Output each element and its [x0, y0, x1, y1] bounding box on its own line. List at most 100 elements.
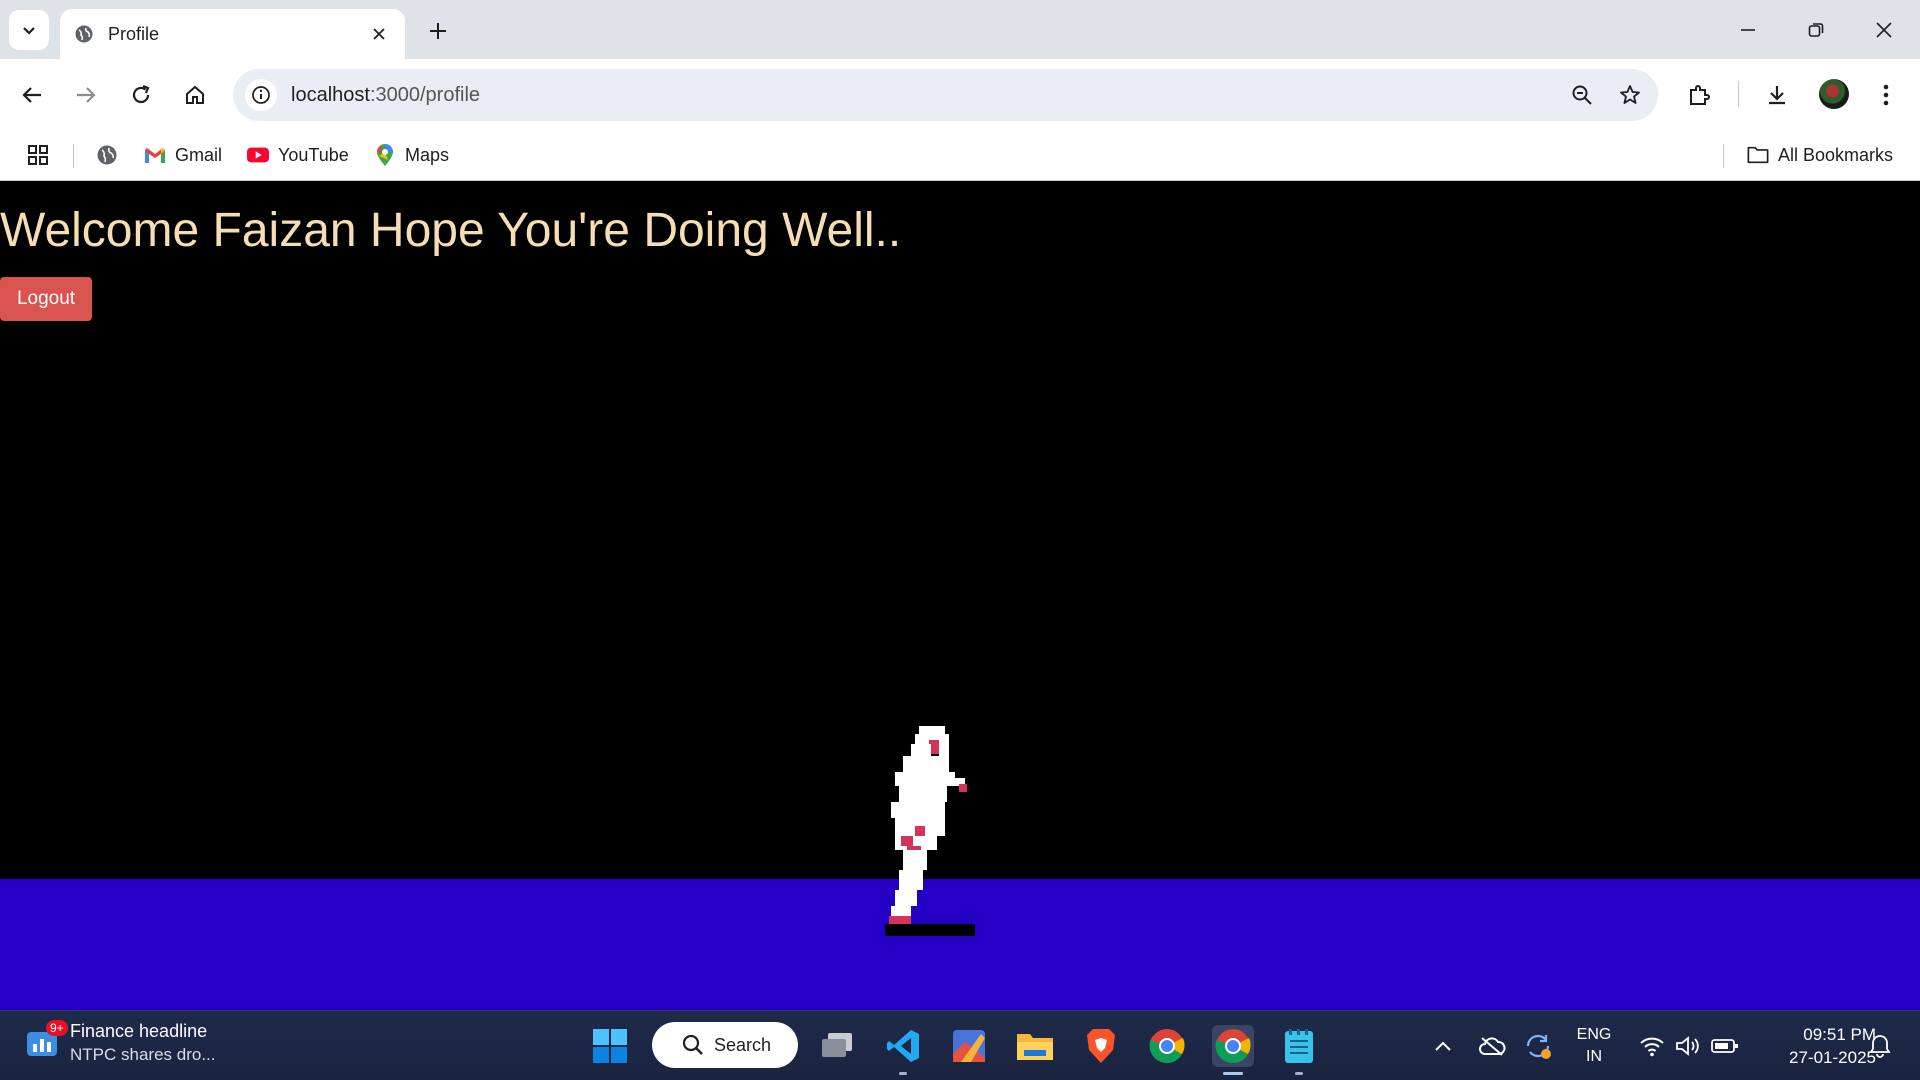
tab-title: Profile [108, 23, 160, 44]
start-button[interactable] [589, 1025, 631, 1067]
star-icon [1620, 85, 1640, 104]
clock-date: 27-01-2025 [1789, 1048, 1876, 1067]
chevron-up-icon [1435, 1041, 1451, 1051]
chrome-icon [1215, 1029, 1251, 1064]
task-view-icon [822, 1033, 852, 1057]
minimize-icon [1741, 29, 1755, 31]
search-label: Search [714, 1034, 772, 1055]
new-tab-button[interactable] [423, 16, 453, 46]
youtube-icon [247, 144, 269, 166]
reload-button[interactable] [121, 75, 161, 115]
wifi-icon [1640, 1037, 1664, 1057]
windows-logo-icon [593, 1029, 627, 1063]
search-icon [682, 1034, 703, 1055]
sync-icon [1526, 1034, 1551, 1059]
maps-pin-icon [374, 144, 396, 166]
taskbar-app-brave[interactable] [1080, 1025, 1122, 1067]
bookmark-gmail[interactable]: Gmail [144, 142, 222, 168]
news-subtitle: NTPC shares dro... [70, 1045, 216, 1064]
browser-toolbar: localhost:3000/profile [0, 59, 1920, 130]
taskbar-app-vscode[interactable] [882, 1025, 924, 1075]
restore-button[interactable] [1788, 10, 1844, 50]
address-bar[interactable]: localhost:3000/profile [233, 69, 1658, 121]
back-button[interactable] [12, 75, 52, 115]
logout-button[interactable]: Logout [0, 277, 92, 321]
toolbar-divider [1738, 81, 1739, 107]
vscode-icon [887, 1030, 919, 1062]
url-path: :3000/profile [369, 83, 481, 106]
all-bookmarks-button[interactable]: All Bookmarks [1747, 142, 1893, 168]
taskbar-app-chrome-active[interactable] [1212, 1025, 1254, 1075]
home-icon [186, 85, 204, 104]
extensions-button[interactable] [1679, 75, 1719, 115]
tab-search-button[interactable] [9, 10, 49, 50]
apps-button[interactable] [27, 142, 49, 168]
forward-button[interactable] [66, 75, 106, 115]
download-icon [1769, 86, 1785, 105]
tray-wifi[interactable] [1636, 1011, 1668, 1080]
brave-lion-icon [1087, 1029, 1115, 1063]
chevron-down-icon [23, 27, 35, 35]
bookmark-label: Gmail [175, 144, 223, 165]
taskbar-app-task-view[interactable] [816, 1025, 858, 1067]
puzzle-icon [1690, 85, 1710, 105]
zoom-out-icon [1572, 85, 1592, 105]
tab-close-icon[interactable] [367, 22, 391, 46]
tray-sync[interactable] [1522, 1011, 1554, 1080]
language-region: IN [1586, 1048, 1602, 1065]
zoom-button[interactable] [1562, 75, 1602, 115]
bookmark-star-button[interactable] [1610, 75, 1650, 115]
welcome-heading: Welcome Faizan Hope You're Doing Well.. [0, 204, 902, 257]
site-info-icon[interactable] [245, 79, 277, 111]
notifications-button[interactable] [1864, 1011, 1896, 1080]
bookmark-youtube[interactable]: YouTube [247, 142, 349, 168]
news-title: Finance headline [70, 1021, 208, 1041]
reload-icon [132, 84, 150, 104]
taskbar-search[interactable]: Search [652, 1022, 798, 1068]
photos-icon [953, 1030, 985, 1062]
folder-icon [1017, 1034, 1053, 1060]
url-text[interactable]: localhost:3000/profile [291, 84, 1562, 107]
profile-avatar[interactable] [1819, 79, 1849, 109]
taskbar-app-notepad[interactable] [1278, 1025, 1320, 1075]
tray-battery[interactable] [1708, 1011, 1742, 1080]
app-active-indicator [1223, 1072, 1243, 1075]
menu-button[interactable] [1866, 75, 1906, 115]
clock[interactable]: 09:51 PM 27-01-2025 [1752, 1011, 1876, 1080]
home-button[interactable] [175, 75, 215, 115]
downloads-button[interactable] [1757, 75, 1797, 115]
bell-icon [1869, 1035, 1891, 1058]
taskbar-app-file-explorer[interactable] [1014, 1025, 1056, 1067]
tab-profile[interactable]: Profile [60, 9, 405, 59]
close-icon [1876, 22, 1892, 38]
notepad-icon [1285, 1029, 1313, 1063]
bookmarks-divider [73, 144, 74, 168]
language-indicator[interactable]: ENG IN [1570, 1011, 1618, 1080]
tray-overflow-button[interactable] [1428, 1011, 1458, 1080]
globe-icon [74, 24, 94, 44]
all-bookmarks-label: All Bookmarks [1778, 144, 1894, 165]
more-vert-icon [1883, 84, 1889, 106]
language-code: ENG [1576, 1026, 1612, 1043]
windows-taskbar: 9+ Finance headline NTPC shares dro... S… [0, 1010, 1920, 1080]
page-content: Welcome Faizan Hope You're Doing Well.. … [0, 181, 1920, 1010]
tray-volume[interactable] [1672, 1011, 1704, 1080]
app-running-indicator [899, 1072, 907, 1075]
minimize-button[interactable] [1720, 10, 1776, 50]
close-window-button[interactable] [1856, 10, 1912, 50]
taskbar-app-photos[interactable] [948, 1025, 990, 1067]
volume-icon [1676, 1036, 1699, 1056]
bookmarks-divider [1723, 144, 1724, 168]
finance-chart-icon: 9+ [26, 1020, 68, 1058]
tray-onedrive[interactable] [1476, 1011, 1508, 1080]
pixel-runner-sprite [885, 726, 975, 936]
bookmark-maps[interactable]: Maps [374, 142, 449, 168]
gmail-icon [144, 144, 166, 166]
bookmark-globe[interactable] [96, 142, 118, 168]
arrow-right-icon [77, 87, 96, 103]
news-widget[interactable]: 9+ Finance headline NTPC shares dro... [26, 1020, 216, 1065]
battery-icon [1711, 1039, 1738, 1053]
globe-icon [97, 145, 117, 165]
taskbar-app-chrome[interactable] [1146, 1025, 1188, 1067]
restore-icon [1808, 23, 1824, 37]
